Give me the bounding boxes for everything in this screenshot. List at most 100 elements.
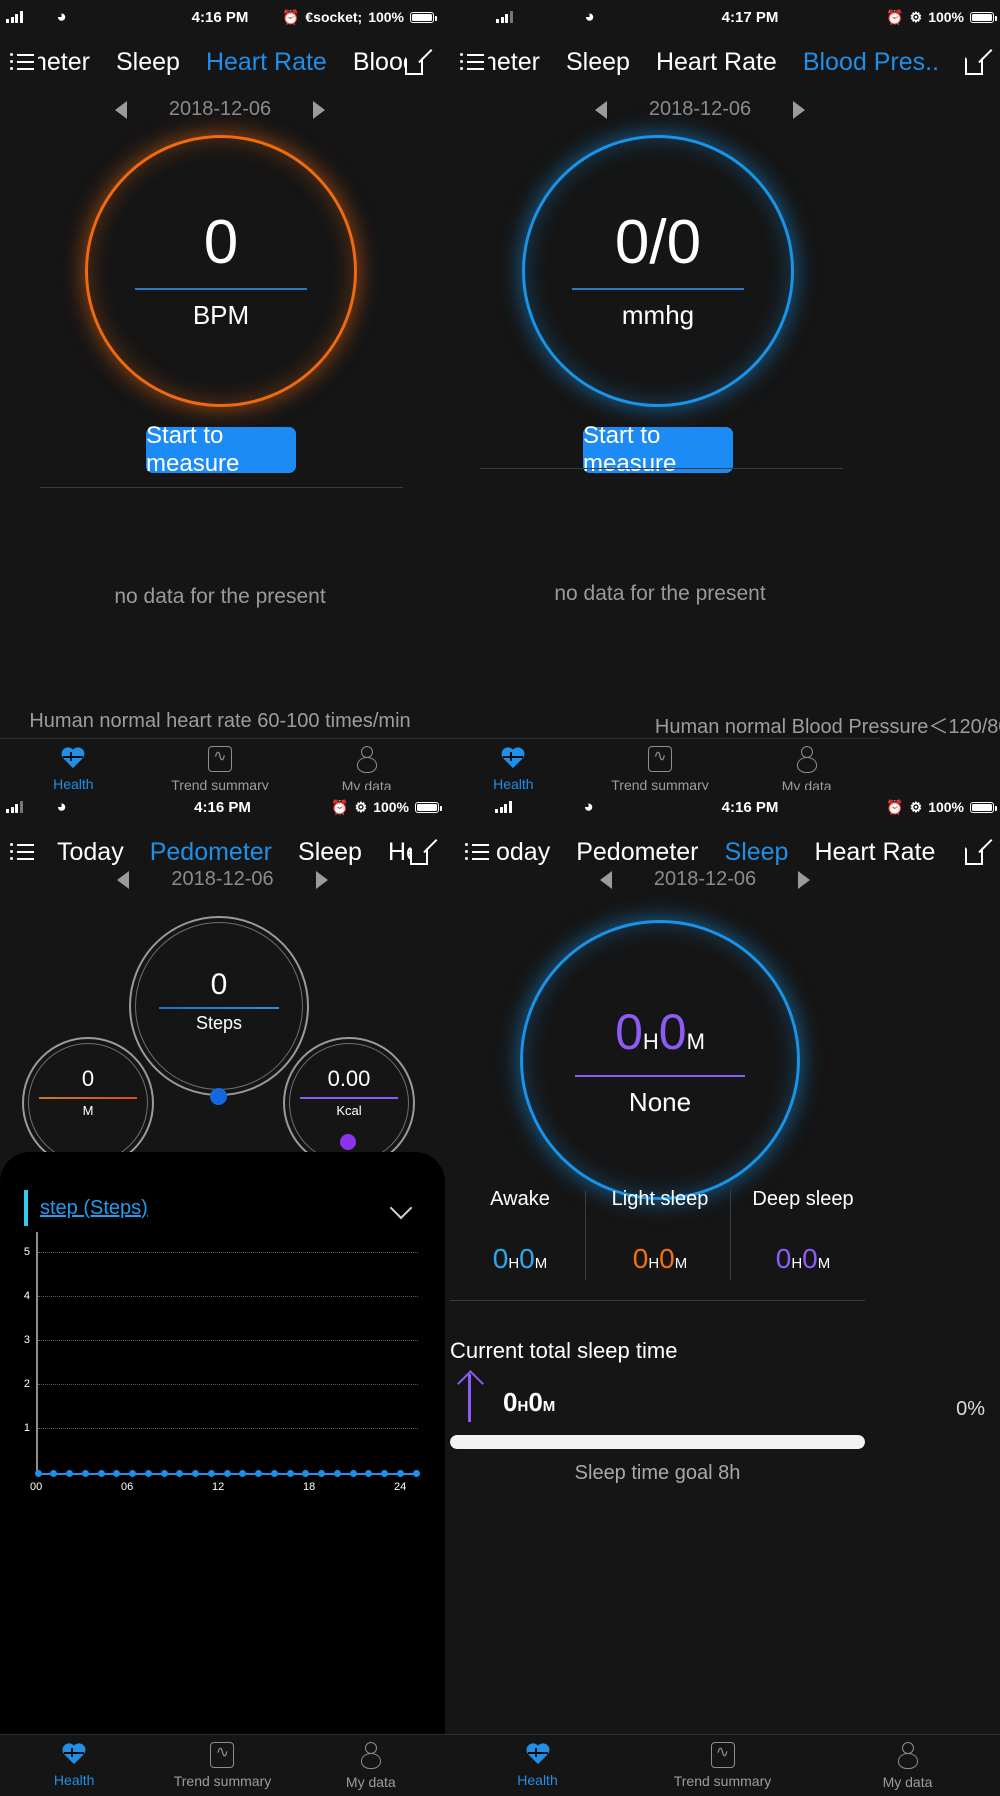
nav-my-data[interactable]: My data	[733, 745, 880, 794]
normal-range-note: Human normal Blood Pressure＜120/80mmhg	[654, 716, 1000, 738]
steps-gauge-dot	[210, 1088, 227, 1105]
chart-point	[270, 1469, 278, 1477]
nav-trend-summary[interactable]: Trend summary	[630, 1742, 815, 1789]
user-icon	[356, 745, 378, 773]
tab-bar: neter Sleep Heart Rate Blood Pres..	[440, 34, 1000, 90]
tab-today[interactable]: Today	[44, 832, 137, 872]
nav-health-label: Health	[53, 1772, 95, 1788]
tab-sleep[interactable]: Sleep	[712, 832, 802, 872]
sleep-stat-awake: Awake 0H0M	[450, 1188, 590, 1275]
share-icon[interactable]	[965, 48, 993, 75]
chart-gridline	[38, 1296, 418, 1297]
tab-heart-rate[interactable]: Heart Rate	[193, 42, 340, 82]
share-icon[interactable]	[405, 48, 433, 75]
nav-health[interactable]: Health	[0, 747, 147, 792]
heart-icon	[525, 1743, 551, 1767]
chart-gridline	[38, 1428, 418, 1429]
nav-trend-summary[interactable]: Trend summary	[147, 746, 294, 793]
sleep-total-minutes: 0	[658, 1003, 687, 1060]
value-divider	[135, 287, 307, 290]
awake-hours: 0	[492, 1243, 509, 1274]
share-icon[interactable]	[965, 838, 993, 865]
tab-heart-rate[interactable]: Heart Ra	[375, 832, 410, 872]
nav-health[interactable]: Health	[0, 1743, 148, 1788]
menu-icon[interactable]	[465, 843, 489, 861]
sleep-total-readout: 0H0M	[615, 1003, 705, 1061]
tab-heart-rate[interactable]: Heart Rate	[643, 42, 790, 82]
start-measure-button[interactable]: Start to measure	[583, 422, 733, 477]
alarm-icon: ⏰	[281, 8, 300, 25]
tab-pedometer[interactable]: Pedometer	[563, 832, 711, 872]
value-divider	[572, 287, 744, 290]
date-selector: 2018-12-06	[445, 868, 1000, 891]
chart-y-tick: 3	[23, 1334, 30, 1346]
tab-today[interactable]: oday	[495, 832, 563, 872]
current-date: 2018-12-06	[648, 98, 752, 120]
start-measure-button[interactable]: Start to measure	[146, 422, 296, 477]
nav-trend-summary[interactable]: Trend summary	[587, 746, 734, 793]
chart-point	[129, 1469, 136, 1477]
current-date: 2018-12-06	[653, 868, 757, 890]
chart-point	[381, 1469, 388, 1477]
battery-icon	[970, 11, 997, 23]
nav-my-data[interactable]: My data	[293, 745, 440, 794]
status-bar: ◕ 4:16 PM ⏰ ⚙ 100%	[445, 790, 1000, 824]
next-date-button[interactable]	[793, 100, 806, 119]
nav-health[interactable]: Health	[445, 1743, 630, 1788]
distance-unit: M	[82, 1103, 94, 1118]
tab-sleep[interactable]: Sleep	[285, 832, 375, 872]
blood-pressure-value: 0/0	[614, 207, 702, 277]
tab-list: Today Pedometer Sleep Heart Ra	[44, 832, 410, 872]
tab-pedometer[interactable]: neter	[488, 42, 553, 82]
value-divider	[575, 1074, 745, 1077]
sleep-total-m-unit: M	[686, 1028, 705, 1054]
awake-h-unit: H	[508, 1255, 520, 1272]
tab-blood-pressure[interactable]: Blood Pres..	[790, 42, 952, 82]
nav-trend-label: Trend summary	[673, 1773, 772, 1789]
tab-sleep[interactable]: Sleep	[553, 42, 643, 82]
menu-icon[interactable]	[460, 53, 484, 71]
current-total-m-unit: M	[542, 1398, 556, 1415]
section-divider	[450, 1300, 865, 1301]
date-selector: 2018-12-06	[0, 868, 445, 891]
section-divider	[40, 487, 403, 488]
sleep-total-hours: 0	[615, 1003, 643, 1060]
nav-my-data[interactable]: My data	[297, 1741, 445, 1790]
light-m-unit: M	[674, 1255, 688, 1272]
current-total-readout: 0H0M	[503, 1387, 555, 1418]
calories-gauge-dot	[340, 1134, 356, 1150]
next-date-button[interactable]	[315, 870, 328, 889]
tab-pedometer[interactable]: neter	[38, 42, 103, 82]
tab-sleep[interactable]: Sleep	[103, 42, 193, 82]
prev-date-button[interactable]	[594, 100, 607, 119]
tab-blood-pressure[interactable]: Blood Pres...	[340, 42, 405, 82]
prev-date-button[interactable]	[117, 870, 130, 889]
menu-icon[interactable]	[10, 53, 34, 71]
tab-pedometer[interactable]: Pedometer	[137, 832, 285, 872]
next-date-button[interactable]	[313, 100, 326, 119]
nav-my-data[interactable]: My data	[815, 1741, 1000, 1790]
calories-value: 0.00	[327, 1066, 371, 1091]
light-h-unit: H	[648, 1255, 660, 1272]
legend-label: step (Steps)	[40, 1196, 148, 1219]
next-date-button[interactable]	[798, 870, 811, 889]
chevron-down-icon[interactable]	[391, 1194, 417, 1220]
awake-minutes: 0	[519, 1243, 535, 1274]
prev-date-button[interactable]	[599, 870, 612, 889]
nav-health[interactable]: Health	[440, 747, 587, 792]
share-icon[interactable]	[410, 838, 438, 865]
chart-point	[97, 1469, 105, 1477]
sleep-stat-light: Light sleep 0H0M	[590, 1188, 730, 1275]
nav-trend-summary[interactable]: Trend summary	[148, 1742, 296, 1789]
deep-hours: 0	[775, 1243, 792, 1274]
tab-heart-rate[interactable]: Heart Rate	[801, 832, 948, 872]
chart-x-tick: 18	[303, 1481, 316, 1493]
chart-plot-area: 5 4 3 2 1 00 06 12 18 24	[0, 1232, 445, 1512]
chart-legend[interactable]: step (Steps)	[24, 1190, 148, 1226]
prev-date-button[interactable]	[114, 100, 127, 119]
panel-pedometer: ◕ 4:16 PM ⏰ ⚙ 100% Today Pedometer Sleep…	[0, 790, 445, 1796]
steps-value: 0	[210, 968, 228, 1001]
trend-icon	[648, 746, 672, 772]
current-total-minutes: 0	[528, 1387, 543, 1417]
menu-icon[interactable]	[10, 843, 34, 861]
